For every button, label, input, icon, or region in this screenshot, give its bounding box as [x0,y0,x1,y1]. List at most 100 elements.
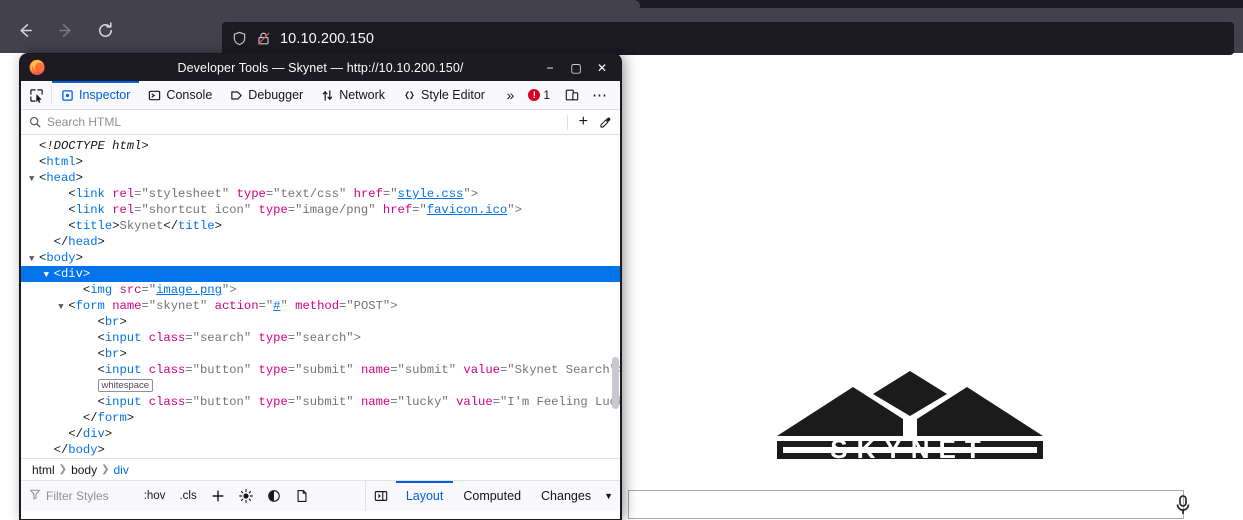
cls-button[interactable]: .cls [172,490,203,502]
back-icon[interactable] [8,14,42,48]
markup-line[interactable]: <input class="button" type="submit" name… [21,394,620,410]
inspector-icon [61,89,74,102]
moon-icon[interactable] [260,489,288,503]
devtools-toolbar: Inspector Console Debugger Network Style… [21,81,620,110]
styles-toolbar: Filter Styles :hov .cls Layout Computed … [21,481,620,511]
markup-line[interactable]: <br> [21,346,620,362]
tab-inspector-label: Inspector [79,88,131,102]
reload-icon[interactable] [88,14,122,48]
search-html-row[interactable]: Search HTML + [21,110,620,135]
add-rule-button[interactable] [204,489,232,503]
search-html-placeholder: Search HTML [47,115,122,129]
styles-tools: :hov .cls [137,489,316,503]
tab-style-editor-label: Style Editor [421,88,485,102]
microphone-icon[interactable] [1173,494,1193,516]
url-text: 10.10.200.150 [280,30,375,47]
split-console-toggle-icon[interactable] [364,481,396,511]
skynet-logo-image: SKYNET [775,369,1045,466]
maximize-button[interactable]: ▢ [563,54,589,81]
element-picker-icon[interactable] [21,81,51,109]
minimize-button[interactable]: − [537,54,563,81]
tab-strip [0,0,1243,8]
markup-line[interactable]: <link rel="shortcut icon" type="image/pn… [21,202,620,218]
responsive-design-mode-icon[interactable] [558,88,586,102]
devtools-window-title: Developer Tools — Skynet — http://10.10.… [177,60,464,75]
markup-line-selected[interactable]: ▼ <div> [21,266,620,282]
markup-line[interactable]: </head> [21,234,620,250]
devtools-toolbar-right: » ! 1 ⋯ [500,81,620,109]
debugger-icon [230,89,243,102]
markup-line[interactable]: </div> [21,426,620,442]
markup-line[interactable]: <html> [21,154,620,170]
markup-line[interactable]: <title>Skynet</title> [21,218,620,234]
browser-chrome: 10.10.200.150 [0,0,1243,55]
search-html-actions: + [563,114,620,130]
tab-network-label: Network [339,88,386,102]
whitespace-badge: whitespace [97,379,154,392]
close-button[interactable]: ✕ [589,54,615,81]
tab-console[interactable]: Console [139,81,221,109]
markup-line[interactable]: <link rel="stylesheet" type="text/css" h… [21,186,620,202]
tab-computed[interactable]: Computed [453,481,531,511]
console-icon [148,89,161,102]
markup-line[interactable]: <br> [21,314,620,330]
error-badge-icon: ! [528,89,541,101]
lock-crossed-out-icon[interactable] [256,31,271,46]
tab-style-editor[interactable]: Style Editor [394,81,494,109]
tab-inspector[interactable]: Inspector [52,81,140,109]
twisty-icon[interactable]: ▼ [58,299,68,315]
breadcrumb-item-html[interactable]: html [29,463,58,477]
markup-line[interactable]: ▼ <form name="skynet" action="#" method="… [21,298,620,314]
chevron-down-icon[interactable]: ▼ [601,481,620,511]
tab-debugger[interactable]: Debugger [221,81,312,109]
navigation-toolbar: 10.10.200.150 [0,8,1243,55]
firefox-logo-icon [28,58,46,76]
browser-tab-active[interactable] [0,0,640,8]
page-search-input[interactable] [628,490,1184,519]
markup-line[interactable]: </body> [21,442,620,458]
tab-changes[interactable]: Changes [531,481,601,511]
markup-lines: <!DOCTYPE html> <html> ▼ <head> <link rel="… [21,138,620,458]
url-bar[interactable]: 10.10.200.150 [222,22,1234,55]
chevron-double-right-icon[interactable]: » [500,87,522,103]
markup-line[interactable]: ▼ <head> [21,170,620,186]
filter-styles-input[interactable]: Filter Styles [21,487,109,505]
scrollbar-thumb[interactable] [612,357,619,409]
markup-line[interactable]: <img src="image.png"> [21,282,620,298]
twisty-icon[interactable]: ▼ [29,171,39,187]
tab-console-label: Console [166,88,213,102]
sun-icon[interactable] [232,489,260,503]
tab-layout[interactable]: Layout [395,481,454,511]
devtools-titlebar[interactable]: Developer Tools — Skynet — http://10.10.… [20,54,621,81]
error-badge[interactable]: ! 1 [521,88,557,102]
markup-line[interactable]: <input class="search" type="search"> [21,330,620,346]
shield-icon[interactable] [232,31,247,46]
markup-line[interactable]: <!DOCTYPE html> [21,138,620,154]
twisty-icon[interactable]: ▼ [44,267,54,283]
devtools-body: Inspector Console Debugger Network Style… [21,81,620,519]
markup-line[interactable]: </form> [21,410,620,426]
search-icon [21,116,47,128]
hov-button[interactable]: :hov [137,490,173,502]
tab-debugger-label: Debugger [248,88,304,102]
forward-icon[interactable] [48,14,82,48]
markup-line[interactable]: <input class="button" type="submit" name… [21,362,620,378]
breadcrumb-item-body[interactable]: body [68,463,100,477]
markup-line[interactable]: ▼ <body> [21,250,620,266]
plus-icon[interactable]: + [572,114,595,130]
print-media-icon[interactable] [288,489,316,503]
markup-scrollbar[interactable] [611,135,620,458]
eyedropper-icon[interactable] [595,116,620,129]
markup-line[interactable]: whitespace [21,378,620,394]
breadcrumb: html ❯ body ❯ div [21,458,620,481]
style-editor-icon [403,89,416,102]
styles-right: Layout Computed Changes ▼ [364,481,620,511]
breadcrumb-item-div[interactable]: div [110,463,131,477]
twisty-icon[interactable]: ▼ [29,251,39,267]
skynet-wordmark: SKYNET [830,434,989,464]
meatball-menu-icon[interactable]: ⋯ [586,86,614,104]
developer-tools-window: Developer Tools — Skynet — http://10.10.… [20,54,621,520]
tab-network[interactable]: Network [312,81,394,109]
divider [566,114,568,130]
markup-view[interactable]: <!DOCTYPE html> <html> ▼ <head> <link rel="… [21,135,620,458]
